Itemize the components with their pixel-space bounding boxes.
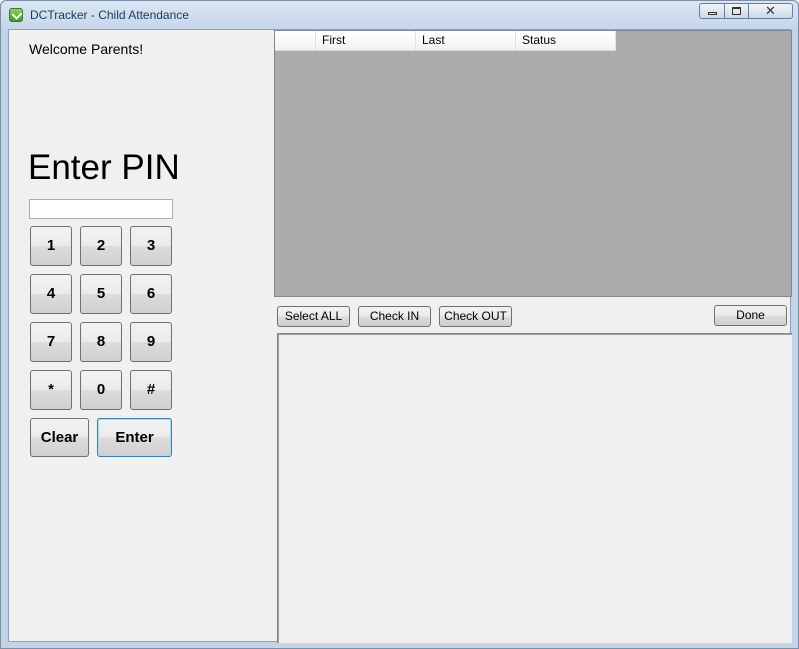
welcome-label: Welcome Parents! bbox=[29, 41, 144, 57]
minimize-icon bbox=[708, 12, 717, 15]
form-client-area: Welcome Parents! Enter PIN 1 2 3 4 5 6 7… bbox=[8, 29, 792, 643]
grid-column-first[interactable]: First bbox=[316, 31, 416, 50]
check-in-button[interactable]: Check IN bbox=[358, 306, 431, 327]
key-5-button[interactable]: 5 bbox=[80, 274, 122, 314]
grid-column-last[interactable]: Last bbox=[416, 31, 516, 50]
key-6-button[interactable]: 6 bbox=[130, 274, 172, 314]
details-panel bbox=[277, 333, 792, 643]
grid-header-row: First Last Status bbox=[275, 31, 616, 51]
key-9-button[interactable]: 9 bbox=[130, 322, 172, 362]
check-out-button[interactable]: Check OUT bbox=[439, 306, 512, 327]
app-check-icon bbox=[9, 8, 23, 22]
key-hash-button[interactable]: # bbox=[130, 370, 172, 410]
close-icon: ✕ bbox=[765, 3, 776, 18]
grid-column-status[interactable]: Status bbox=[516, 31, 616, 50]
window-title: DCTracker - Child Attendance bbox=[30, 8, 189, 22]
select-all-button[interactable]: Select ALL bbox=[277, 306, 350, 327]
key-4-button[interactable]: 4 bbox=[30, 274, 72, 314]
grid-row-header-corner[interactable] bbox=[275, 31, 316, 50]
key-1-button[interactable]: 1 bbox=[30, 226, 72, 266]
title-bar[interactable]: DCTracker - Child Attendance ✕ bbox=[1, 1, 798, 29]
pin-input[interactable] bbox=[29, 199, 173, 219]
minimize-button[interactable] bbox=[699, 3, 725, 19]
children-grid[interactable]: First Last Status bbox=[274, 30, 792, 297]
clear-button[interactable]: Clear bbox=[30, 418, 89, 457]
key-0-button[interactable]: 0 bbox=[80, 370, 122, 410]
enter-pin-heading: Enter PIN bbox=[28, 148, 180, 187]
key-7-button[interactable]: 7 bbox=[30, 322, 72, 362]
key-3-button[interactable]: 3 bbox=[130, 226, 172, 266]
enter-button[interactable]: Enter bbox=[97, 418, 172, 457]
maximize-button[interactable] bbox=[725, 3, 749, 19]
close-button[interactable]: ✕ bbox=[749, 3, 793, 19]
maximize-icon bbox=[732, 7, 741, 15]
key-star-button[interactable]: * bbox=[30, 370, 72, 410]
key-2-button[interactable]: 2 bbox=[80, 226, 122, 266]
done-button[interactable]: Done bbox=[714, 305, 787, 326]
app-window: DCTracker - Child Attendance ✕ Welcome P… bbox=[0, 0, 799, 649]
key-8-button[interactable]: 8 bbox=[80, 322, 122, 362]
